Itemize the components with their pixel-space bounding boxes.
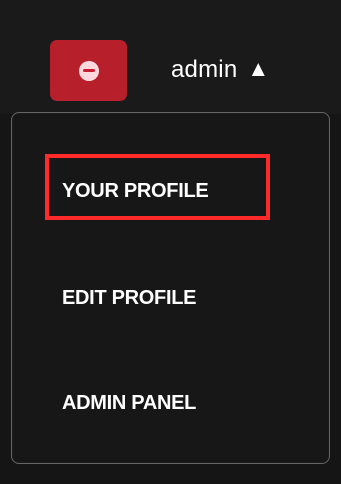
menu-item-your-profile-label: YOUR PROFILE bbox=[62, 179, 209, 202]
user-menu-trigger[interactable]: admin ▲ bbox=[171, 50, 269, 90]
menu-item-edit-profile-label: EDIT PROFILE bbox=[62, 286, 197, 309]
minus-circle-icon bbox=[78, 60, 99, 81]
status-button[interactable] bbox=[50, 40, 127, 101]
menu-item-edit-profile[interactable]: EDIT PROFILE bbox=[12, 258, 329, 338]
caret-up-icon: ▲ bbox=[247, 56, 270, 81]
username-label: admin bbox=[171, 56, 238, 83]
menu-item-admin-panel[interactable]: ADMIN PANEL bbox=[12, 363, 329, 443]
user-dropdown-menu: YOUR PROFILE EDIT PROFILE ADMIN PANEL bbox=[11, 112, 330, 464]
menu-item-your-profile[interactable]: YOUR PROFILE bbox=[12, 151, 329, 231]
menu-item-admin-panel-label: ADMIN PANEL bbox=[62, 391, 197, 414]
